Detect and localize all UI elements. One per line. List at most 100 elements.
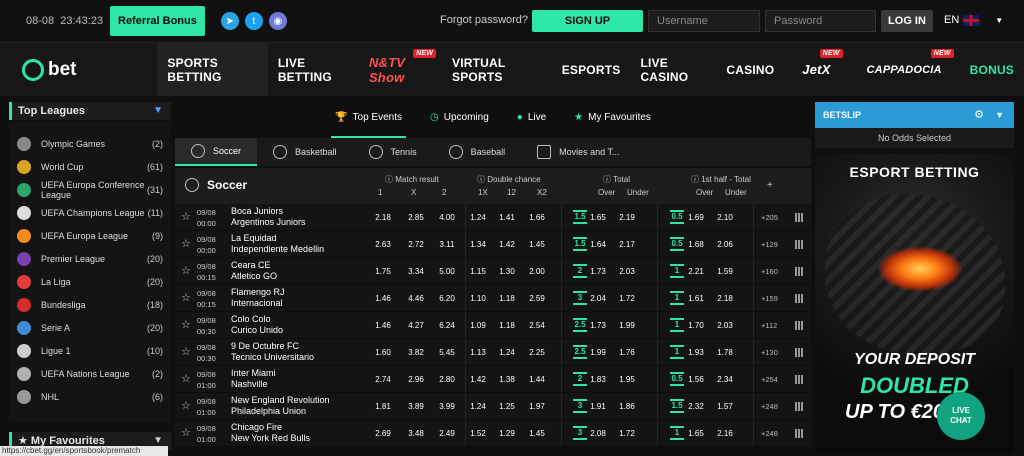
discord-icon[interactable]: ◉: [268, 12, 287, 30]
odds-cell[interactable]: 1.95: [614, 375, 640, 384]
odds-cell[interactable]: 2.18: [370, 213, 396, 222]
odds-cell[interactable]: 3.11: [434, 240, 460, 249]
odds-cell[interactable]: 2.21: [683, 267, 709, 276]
odds-cell[interactable]: 1.68: [683, 240, 709, 249]
more-markets-link[interactable]: +205: [761, 213, 778, 222]
sport-tab-tennis[interactable]: Tennis: [353, 138, 433, 166]
odds-cell[interactable]: 3.34: [403, 267, 429, 276]
favourite-star-icon[interactable]: ☆: [181, 237, 191, 250]
language-selector[interactable]: EN ▼: [944, 14, 1003, 26]
odds-cell[interactable]: 2.16: [712, 429, 738, 438]
more-markets-link[interactable]: +248: [761, 402, 778, 411]
odds-cell[interactable]: 2.49: [434, 429, 460, 438]
match-teams[interactable]: Inter Miami Nashville: [231, 368, 276, 390]
nav-sports-betting[interactable]: SPORTS BETTING: [157, 43, 268, 96]
odds-cell[interactable]: 1.44: [524, 375, 550, 384]
sport-tab-baseball[interactable]: Baseball: [433, 138, 522, 166]
odds-cell[interactable]: 1.66: [524, 213, 550, 222]
odds-cell[interactable]: 2.19: [614, 213, 640, 222]
odds-cell[interactable]: 3.89: [403, 402, 429, 411]
odds-cell[interactable]: 1.72: [614, 429, 640, 438]
favourite-star-icon[interactable]: ☆: [181, 264, 191, 277]
odds-cell[interactable]: 1.24: [465, 402, 491, 411]
odds-cell[interactable]: 1.57: [712, 402, 738, 411]
favourite-star-icon[interactable]: ☆: [181, 291, 191, 304]
odds-cell[interactable]: 1.64: [585, 240, 611, 249]
live-chat-button[interactable]: LIVE CHAT: [937, 392, 985, 440]
odds-cell[interactable]: 4.00: [434, 213, 460, 222]
referral-bonus-button[interactable]: Referral Bonus: [110, 6, 205, 36]
nav-esports[interactable]: ESPORTS: [552, 43, 631, 96]
league-item[interactable]: NHL (6): [9, 385, 171, 408]
odds-cell[interactable]: 6.20: [434, 294, 460, 303]
signup-button[interactable]: SIGN UP: [532, 10, 643, 32]
login-button[interactable]: LOG IN: [881, 10, 933, 32]
match-teams[interactable]: Boca Juniors Argentinos Juniors: [231, 206, 306, 228]
odds-cell[interactable]: 6.24: [434, 321, 460, 330]
odds-cell[interactable]: 1.70: [683, 321, 709, 330]
odds-cell[interactable]: 2.25: [524, 348, 550, 357]
stats-icon[interactable]: [795, 267, 803, 276]
odds-cell[interactable]: 2.00: [524, 267, 550, 276]
match-teams[interactable]: La Equidad Independiente Medellin: [231, 233, 324, 255]
sport-tab-soccer[interactable]: Soccer: [175, 138, 258, 166]
top-leagues-header[interactable]: Top Leagues ▼: [9, 102, 171, 120]
league-item[interactable]: UEFA Europa League (9): [9, 224, 171, 247]
nav-bonus[interactable]: BONUS: [960, 43, 1024, 96]
odds-cell[interactable]: 2.08: [585, 429, 611, 438]
nav-ntv-show[interactable]: N&TV Show NEW: [359, 43, 442, 96]
odds-cell[interactable]: 5.00: [434, 267, 460, 276]
league-item[interactable]: Serie A (20): [9, 316, 171, 339]
odds-cell[interactable]: 2.96: [403, 375, 429, 384]
odds-cell[interactable]: 2.06: [712, 240, 738, 249]
odds-cell[interactable]: 1.61: [683, 294, 709, 303]
odds-cell[interactable]: 1.97: [524, 402, 550, 411]
favourite-star-icon[interactable]: ☆: [181, 372, 191, 385]
more-markets-link[interactable]: +130: [761, 348, 778, 357]
odds-cell[interactable]: 1.69: [683, 213, 709, 222]
odds-cell[interactable]: 1.56: [683, 375, 709, 384]
more-markets-link[interactable]: +248: [761, 429, 778, 438]
odds-cell[interactable]: 2.80: [434, 375, 460, 384]
league-item[interactable]: Ligue 1 (10): [9, 339, 171, 362]
odds-cell[interactable]: 4.27: [403, 321, 429, 330]
twitter-icon[interactable]: t: [244, 12, 263, 30]
stats-icon[interactable]: [795, 321, 803, 330]
odds-cell[interactable]: 2.54: [524, 321, 550, 330]
match-teams[interactable]: Ceara CE Atletico GO: [231, 260, 277, 282]
odds-cell[interactable]: 1.73: [585, 321, 611, 330]
nav-live-betting[interactable]: LIVE BETTING: [268, 43, 359, 96]
odds-cell[interactable]: 2.17: [614, 240, 640, 249]
odds-cell[interactable]: 1.18: [494, 294, 520, 303]
odds-cell[interactable]: 1.45: [524, 429, 550, 438]
odds-cell[interactable]: 2.03: [712, 321, 738, 330]
odds-cell[interactable]: 1.65: [683, 429, 709, 438]
odds-cell[interactable]: 1.34: [465, 240, 491, 249]
odds-cell[interactable]: 1.86: [614, 402, 640, 411]
tab-my-favourites[interactable]: ★ My Favourites: [560, 96, 665, 138]
odds-cell[interactable]: 1.41: [494, 213, 520, 222]
odds-cell[interactable]: 1.65: [585, 213, 611, 222]
odds-cell[interactable]: 1.78: [712, 348, 738, 357]
odds-cell[interactable]: 2.72: [403, 240, 429, 249]
more-markets-link[interactable]: +112: [761, 321, 777, 330]
odds-cell[interactable]: 1.13: [465, 348, 491, 357]
odds-cell[interactable]: 1.93: [683, 348, 709, 357]
odds-cell[interactable]: 5.45: [434, 348, 460, 357]
odds-cell[interactable]: 1.46: [370, 321, 396, 330]
stats-icon[interactable]: [795, 213, 803, 222]
tab-live[interactable]: ● Live: [503, 96, 560, 138]
odds-cell[interactable]: 1.10: [465, 294, 491, 303]
odds-cell[interactable]: 1.29: [494, 429, 520, 438]
odds-cell[interactable]: 1.25: [494, 402, 520, 411]
odds-cell[interactable]: 1.15: [465, 267, 491, 276]
league-item[interactable]: Premier League (20): [9, 247, 171, 270]
nav-live-casino[interactable]: LIVE CASINO: [630, 43, 716, 96]
odds-cell[interactable]: 1.46: [370, 294, 396, 303]
odds-cell[interactable]: 1.99: [585, 348, 611, 357]
odds-cell[interactable]: 1.18: [494, 321, 520, 330]
sport-tab-movies[interactable]: Movies and T...: [521, 138, 635, 166]
league-item[interactable]: UEFA Europa Conference League (31): [9, 178, 171, 201]
match-teams[interactable]: Flamengo RJ Internacional: [231, 287, 285, 309]
forgot-password-link[interactable]: Forgot password?: [440, 14, 528, 26]
